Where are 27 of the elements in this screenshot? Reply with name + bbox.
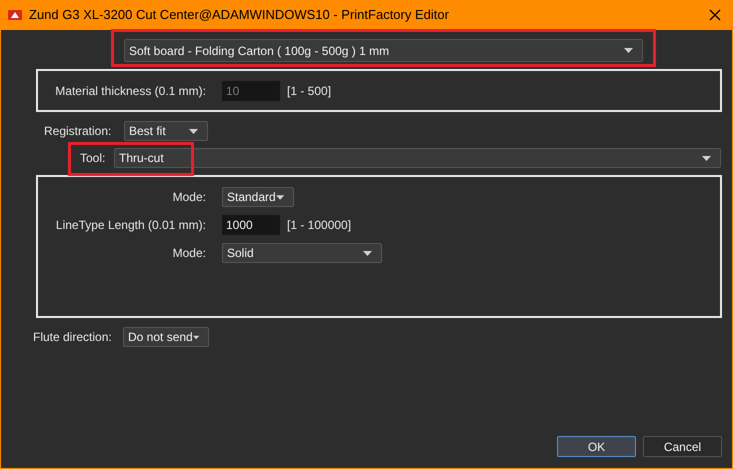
caret-icon <box>192 334 199 340</box>
field-label: Registration: <box>44 123 112 140</box>
caret-icon <box>624 48 633 53</box>
dropdown[interactable]: Thru-cut <box>114 148 721 168</box>
field-label: Mode: <box>172 245 206 262</box>
field-label: Material thickness (0.1 mm): <box>54 82 206 100</box>
number-field[interactable]: 1000 <box>222 215 280 235</box>
dropdown[interactable]: Soft board - Folding Carton ( 100g - 500g ) 1 mm <box>124 39 643 62</box>
field-label: Mode: <box>172 189 206 206</box>
caret-icon <box>702 156 711 160</box>
field-label: Tool: <box>80 150 106 167</box>
range-label: [1 - 100000] <box>287 217 352 234</box>
dialog-button[interactable]: OK <box>557 436 636 457</box>
range-label: [1 - 500] <box>287 82 332 100</box>
dropdown[interactable]: Best fit <box>124 121 208 141</box>
close-icon[interactable] <box>709 9 721 21</box>
field-label: Flute direction: <box>33 329 113 346</box>
dropdown[interactable]: Do not send <box>123 327 209 347</box>
caret-icon <box>189 128 198 134</box>
app-icon <box>8 9 22 21</box>
caret-icon <box>363 250 372 256</box>
field-label: LineType Length (0.01 mm): <box>54 217 206 234</box>
window-title: Zund G3 XL-3200 Cut Center@ADAMWINDOWS10 - PrintFactory Editor <box>29 6 450 24</box>
dialog-button[interactable]: Cancel <box>643 436 722 457</box>
caret-icon <box>276 194 284 200</box>
dropdown[interactable]: Standard <box>222 187 294 207</box>
dropdown[interactable]: Solid <box>222 243 382 263</box>
